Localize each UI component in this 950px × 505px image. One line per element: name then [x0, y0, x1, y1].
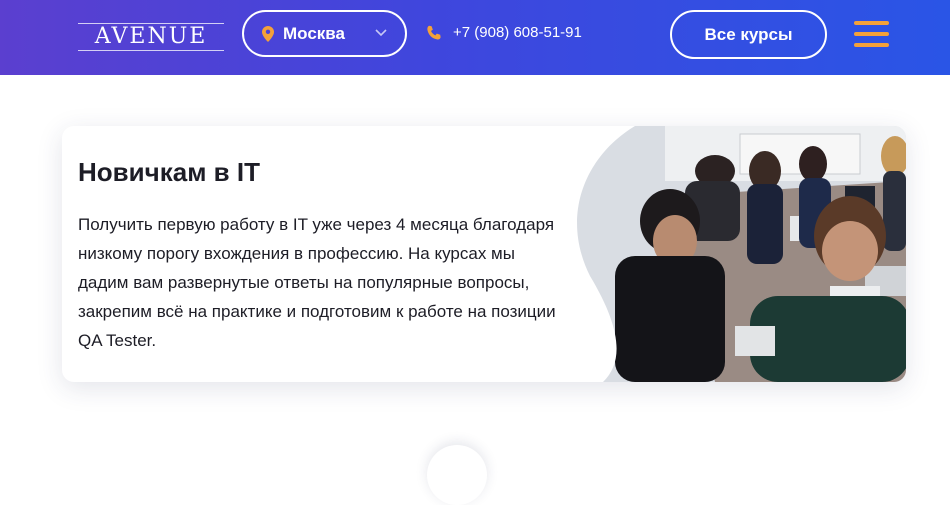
logo-bottom-rule — [78, 50, 224, 51]
scroll-indicator[interactable] — [427, 445, 487, 505]
site-header: AVENUE Москва +7 (908) 608-51-91 Все кур… — [0, 0, 950, 75]
phone-number: +7 (908) 608-51-91 — [453, 24, 582, 41]
card-description: Получить первую работу в IT уже через 4 … — [78, 215, 556, 350]
chevron-down-icon — [375, 29, 387, 37]
hamburger-menu-icon[interactable] — [854, 21, 889, 47]
menu-bar-3 — [854, 43, 889, 47]
logo[interactable]: AVENUE — [78, 18, 224, 56]
all-courses-button[interactable]: Все курсы — [670, 10, 827, 59]
map-pin-icon — [262, 25, 274, 42]
beginners-card: Новичкам в IT Получить первую работу в I… — [62, 126, 906, 382]
card-title: Новичкам в IT — [78, 157, 260, 187]
menu-bar-1 — [854, 21, 889, 25]
city-selector[interactable]: Москва — [242, 10, 407, 57]
city-label: Москва — [283, 23, 345, 43]
phone-contact[interactable]: +7 (908) 608-51-91 — [426, 24, 582, 41]
logo-text: AVENUE — [94, 24, 208, 49]
phone-icon — [427, 25, 441, 40]
menu-bar-2 — [854, 32, 889, 36]
classroom-photo — [577, 126, 906, 382]
